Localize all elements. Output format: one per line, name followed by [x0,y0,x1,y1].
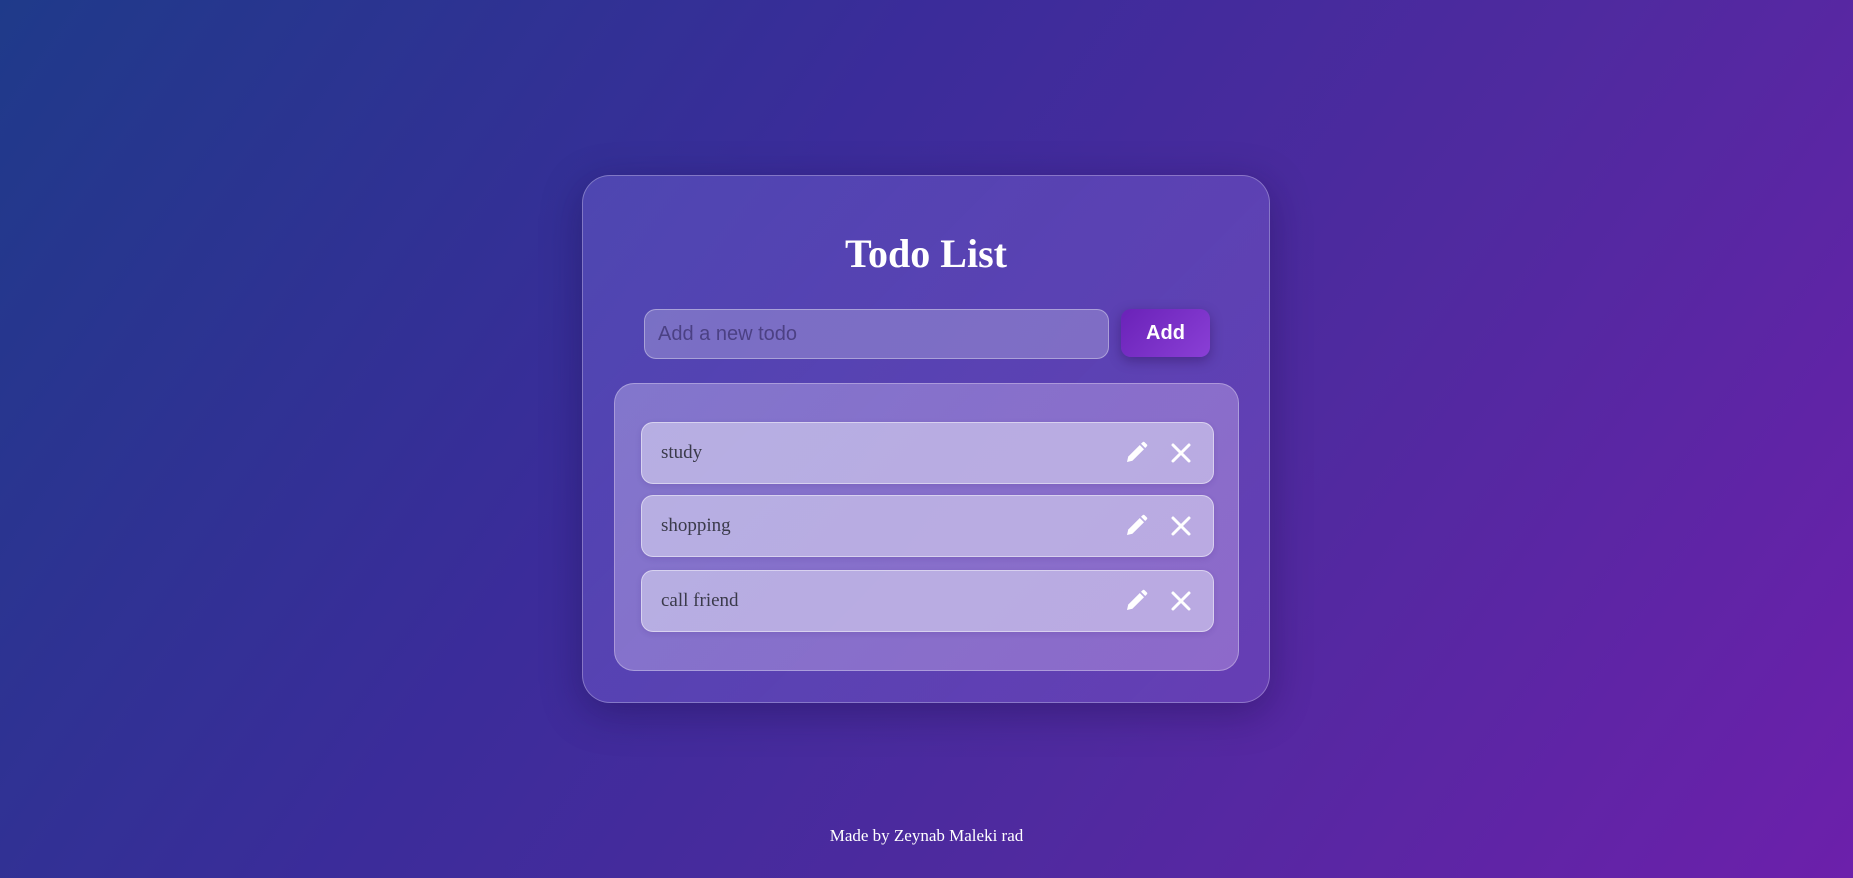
list-item: shopping [641,495,1214,557]
pencil-icon[interactable] [1122,512,1150,540]
todo-card: Todo List Add study shopping [582,175,1270,703]
close-icon[interactable] [1167,439,1195,467]
todo-list: study shopping call friend [614,383,1239,671]
close-icon[interactable] [1167,512,1195,540]
todo-text: call friend [661,590,739,611]
add-button[interactable]: Add [1121,309,1210,357]
pencil-icon[interactable] [1122,439,1150,467]
close-icon[interactable] [1167,587,1195,615]
pencil-icon[interactable] [1122,587,1150,615]
footer-credit: Made by Zeynab Maleki rad [829,826,1024,845]
todo-text: shopping [661,515,731,536]
list-item: call friend [641,570,1214,632]
new-todo-input[interactable] [644,309,1109,359]
page-title: Todo List [845,231,1007,276]
list-item: study [641,422,1214,484]
todo-text: study [661,442,703,463]
